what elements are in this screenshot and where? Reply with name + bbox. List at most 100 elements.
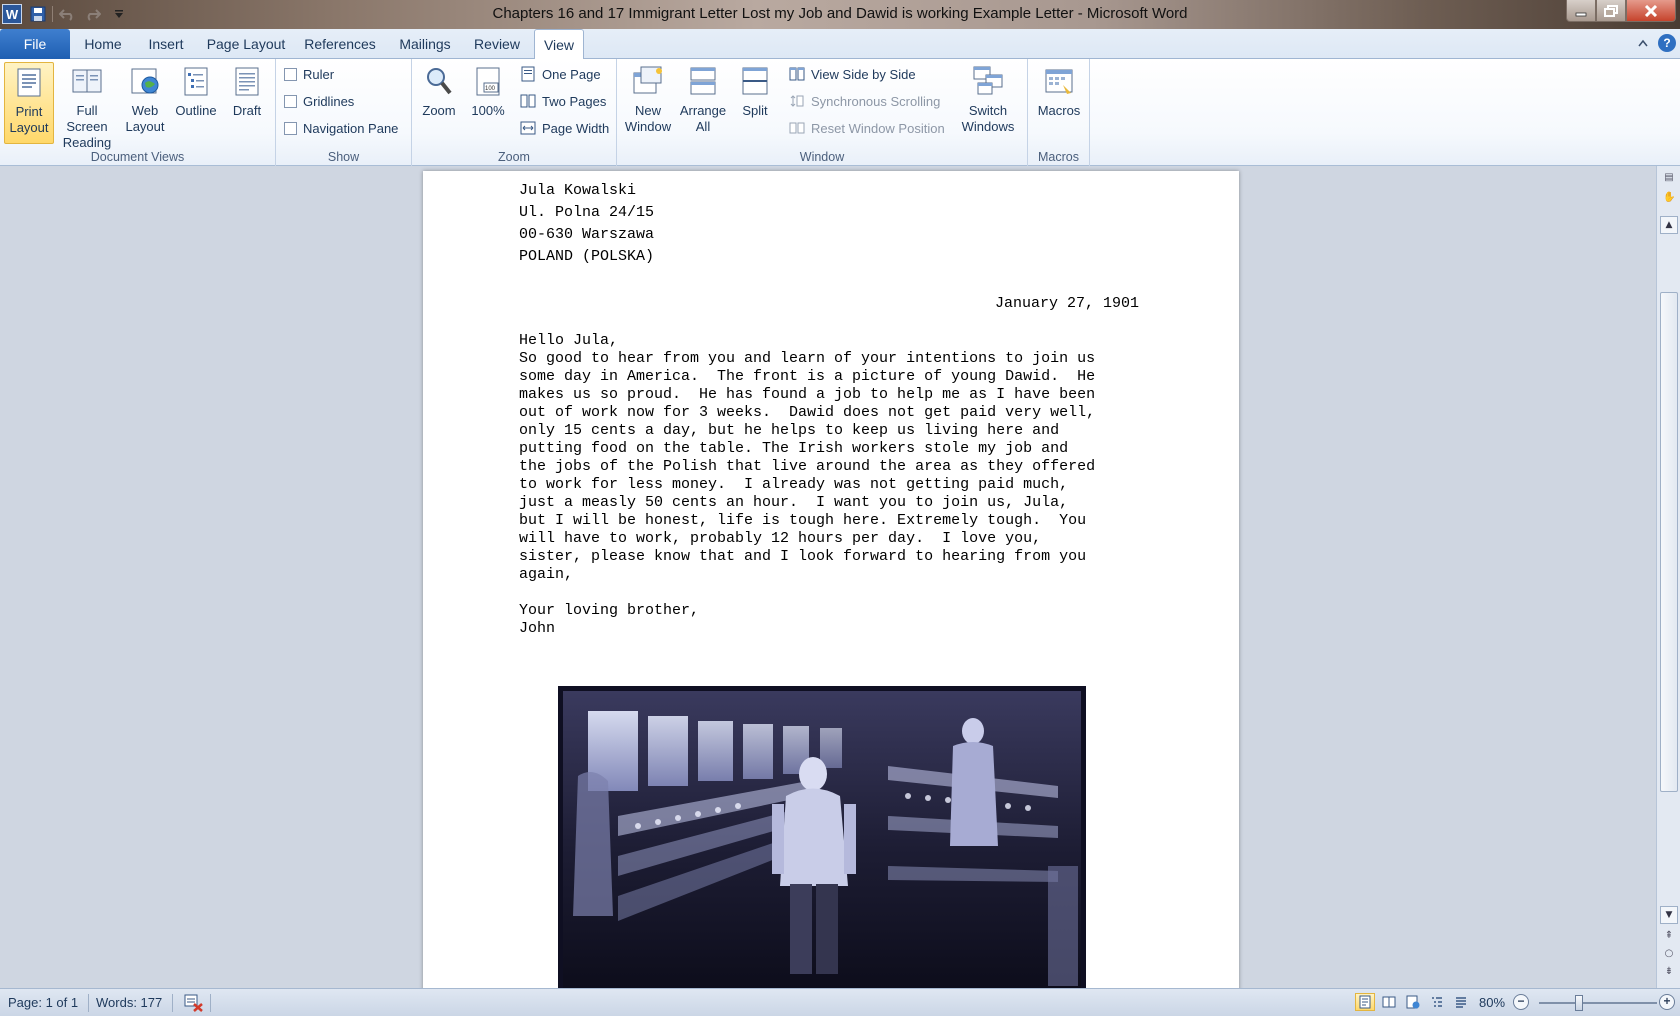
navigation-pane-checkbox[interactable]: Navigation Pane (284, 118, 398, 138)
outline-view-icon[interactable] (1427, 993, 1447, 1011)
print-layout-button[interactable]: Print Layout (4, 62, 54, 144)
full-screen-label-2: Reading (62, 135, 112, 150)
address-line: 00-630 Warszawa (519, 226, 655, 243)
new-window-button[interactable]: New Window (623, 62, 673, 135)
two-pages-button[interactable]: Two Pages (520, 91, 606, 111)
print-layout-icon (17, 68, 41, 97)
group-label-macros: Macros (1038, 150, 1079, 164)
vertical-scrollbar[interactable]: ▤ ✋ ▲ ▼ ⇞ ○ ⇟ (1656, 166, 1680, 988)
split-button[interactable]: Split (733, 62, 777, 119)
document-page[interactable]: Jula Kowalski Ul. Polna 24/15 00-630 War… (423, 171, 1239, 988)
document-area[interactable]: Jula Kowalski Ul. Polna 24/15 00-630 War… (0, 166, 1656, 988)
full-screen-reading-button[interactable]: Full Screen Reading (56, 62, 118, 151)
title-bar: W Chapters 16 and 17 Immigrant Letter Lo… (0, 0, 1680, 29)
web-layout-button[interactable]: Web Layout (122, 62, 168, 135)
letter-text: Jula Kowalski Ul. Polna 24/15 00-630 War… (519, 180, 1159, 638)
ruler-checkbox[interactable]: Ruler (284, 64, 334, 84)
view-side-by-side-button[interactable]: View Side by Side (789, 64, 916, 84)
web-layout-view-icon[interactable] (1403, 993, 1423, 1011)
ruler-label: Ruler (303, 66, 335, 82)
split-label: Split (742, 103, 768, 118)
group-label-document-views: Document Views (90, 150, 185, 164)
salutation: Hello Jula, (519, 332, 619, 349)
print-layout-label-2: Layout (9, 120, 49, 135)
view-shortcuts (1355, 993, 1471, 1011)
letter-photograph[interactable] (558, 686, 1086, 988)
outline-label: Outline (175, 103, 217, 118)
minimize-ribbon-icon[interactable] (1638, 39, 1648, 47)
page-count-status[interactable]: Page: 1 of 1 (8, 995, 78, 1010)
outline-button[interactable]: Outline (172, 62, 220, 119)
gridlines-label: Gridlines (303, 93, 355, 109)
address-line: Jula Kowalski (519, 182, 637, 199)
switch-windows-icon (973, 66, 1003, 95)
zoom-100-label: 100% (471, 103, 505, 118)
help-icon[interactable]: ? (1658, 34, 1676, 52)
zoom-slider-track[interactable] (1539, 1002, 1657, 1004)
close-button[interactable] (1626, 0, 1676, 22)
group-document-views: Print Layout Full Screen Reading Web Lay… (0, 59, 276, 166)
minimize-button[interactable] (1566, 0, 1596, 22)
full-screen-label-1: Full Screen (66, 103, 108, 134)
synchronous-scrolling-label: Synchronous Scrolling (811, 93, 941, 109)
status-bar: Page: 1 of 1 Words: 177 80% − + (0, 988, 1680, 1016)
two-pages-label: Two Pages (542, 93, 607, 109)
group-window: New Window Arrange All Split View Side b… (617, 59, 1028, 166)
zoom-level-label[interactable]: 80% (1479, 995, 1505, 1010)
zoom-out-button[interactable]: − (1513, 994, 1529, 1010)
tab-page-layout[interactable]: Page Layout (206, 29, 286, 59)
tab-home[interactable]: Home (80, 29, 126, 59)
tab-insert[interactable]: Insert (142, 29, 190, 59)
one-page-button[interactable]: One Page (520, 64, 601, 84)
print-layout-view-icon[interactable] (1355, 993, 1375, 1011)
group-zoom: Zoom 100 100% One Page Two Pages Page Wi… (412, 59, 617, 166)
zoom-slider-thumb[interactable] (1575, 995, 1583, 1011)
group-macros: Macros Macros (1028, 59, 1090, 166)
arrange-all-label-1: Arrange (679, 103, 727, 118)
scroll-down-button[interactable]: ▼ (1660, 906, 1678, 924)
arrange-all-button[interactable]: Arrange All (677, 62, 729, 135)
page-width-button[interactable]: Page Width (520, 118, 609, 138)
view-ruler-icon[interactable]: ▤ (1663, 172, 1675, 184)
zoom-100-button[interactable]: 100 100% (466, 62, 510, 119)
synchronous-scrolling-button[interactable]: Synchronous Scrolling (789, 91, 940, 111)
view-side-by-side-label: View Side by Side (811, 66, 916, 82)
reset-window-position-label: Reset Window Position (811, 120, 945, 136)
scroll-up-button[interactable]: ▲ (1660, 216, 1678, 234)
switch-windows-label-1: Switch (968, 103, 1008, 118)
pan-hand-icon[interactable]: ✋ (1663, 192, 1675, 204)
zoom-in-button[interactable]: + (1659, 994, 1675, 1010)
split-icon (742, 67, 768, 95)
scrollbar-thumb[interactable] (1660, 292, 1678, 792)
select-browse-object-icon[interactable]: ○ (1663, 948, 1675, 960)
mill-photo-image (563, 691, 1081, 988)
previous-page-icon[interactable]: ⇞ (1663, 930, 1675, 942)
draft-label: Draft (232, 103, 262, 118)
draft-view-icon[interactable] (1451, 993, 1471, 1011)
word-count-status[interactable]: Words: 177 (96, 995, 162, 1010)
status-separator (210, 994, 211, 1012)
gridlines-checkbox[interactable]: Gridlines (284, 91, 354, 111)
outline-icon (184, 67, 208, 96)
reset-window-position-button[interactable]: Reset Window Position (789, 118, 945, 138)
draft-icon (235, 67, 259, 96)
closing-line: Your loving brother, (519, 602, 700, 619)
draft-button[interactable]: Draft (224, 62, 270, 119)
full-screen-reading-view-icon[interactable] (1379, 993, 1399, 1011)
proofing-icon[interactable] (182, 992, 204, 1015)
zoom-button[interactable]: Zoom (416, 62, 462, 119)
restore-button[interactable] (1596, 0, 1626, 22)
tab-view[interactable]: View (534, 29, 584, 60)
address-line: POLAND (POLSKA) (519, 248, 655, 265)
tab-file[interactable]: File (0, 29, 70, 59)
tab-references[interactable]: References (302, 29, 378, 59)
new-window-label-1: New (634, 103, 661, 118)
switch-windows-button[interactable]: Switch Windows (955, 62, 1021, 135)
tab-mailings[interactable]: Mailings (394, 29, 456, 59)
tab-review[interactable]: Review (472, 29, 522, 59)
next-page-icon[interactable]: ⇟ (1663, 966, 1675, 978)
macros-button[interactable]: Macros (1034, 62, 1084, 119)
reset-position-icon (789, 122, 805, 134)
zoom-100-icon: 100 (476, 67, 500, 96)
one-page-label: One Page (542, 66, 601, 82)
